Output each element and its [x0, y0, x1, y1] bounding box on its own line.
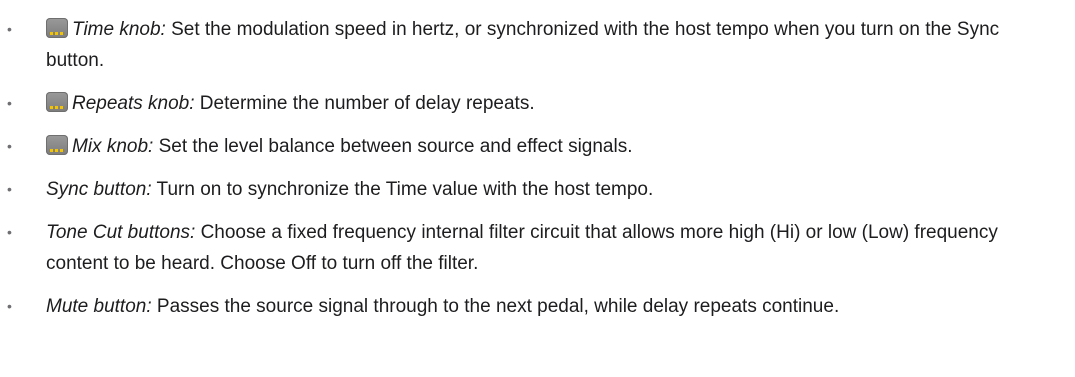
bullet-icon: •: [7, 21, 12, 37]
term-label: Mute button:: [46, 296, 152, 317]
knob-parameter-icon: [46, 135, 68, 155]
list-item-mix-knob: • Mix knob: Set the level balance betwee…: [0, 131, 1061, 162]
parameter-list: • Time knob: Set the modulation speed in…: [0, 14, 1061, 322]
list-item-repeats-knob: • Repeats knob: Determine the number of …: [0, 88, 1061, 119]
list-item-time-knob: • Time knob: Set the modulation speed in…: [0, 14, 1061, 76]
document-body: • Time knob: Set the modulation speed in…: [0, 0, 1075, 377]
knob-parameter-icon: [46, 92, 68, 112]
bullet-icon: •: [7, 138, 12, 154]
term-label: Mix knob:: [72, 136, 154, 157]
description-text: Set the level balance between source and…: [153, 136, 633, 157]
bullet-icon: •: [7, 95, 12, 111]
knob-parameter-icon: [46, 18, 68, 38]
description-text: Passes the source signal through to the …: [151, 296, 840, 317]
term-label: Repeats knob:: [72, 93, 195, 114]
bullet-icon: •: [7, 224, 12, 240]
list-item-tone-cut-buttons: • Tone Cut buttons: Choose a fixed frequ…: [0, 217, 1061, 279]
bullet-icon: •: [7, 298, 12, 314]
list-item-sync-button: • Sync button: Turn on to synchronize th…: [0, 174, 1061, 205]
term-label: Time knob:: [72, 19, 166, 40]
term-label: Tone Cut buttons:: [46, 222, 196, 243]
bullet-icon: •: [7, 181, 12, 197]
description-text: Determine the number of delay repeats.: [194, 93, 535, 114]
list-item-mute-button: • Mute button: Passes the source signal …: [0, 291, 1061, 322]
description-text: Set the modulation speed in hertz, or sy…: [46, 19, 1000, 71]
term-label: Sync button:: [46, 179, 152, 200]
description-text: Turn on to synchronize the Time value wi…: [151, 179, 654, 200]
